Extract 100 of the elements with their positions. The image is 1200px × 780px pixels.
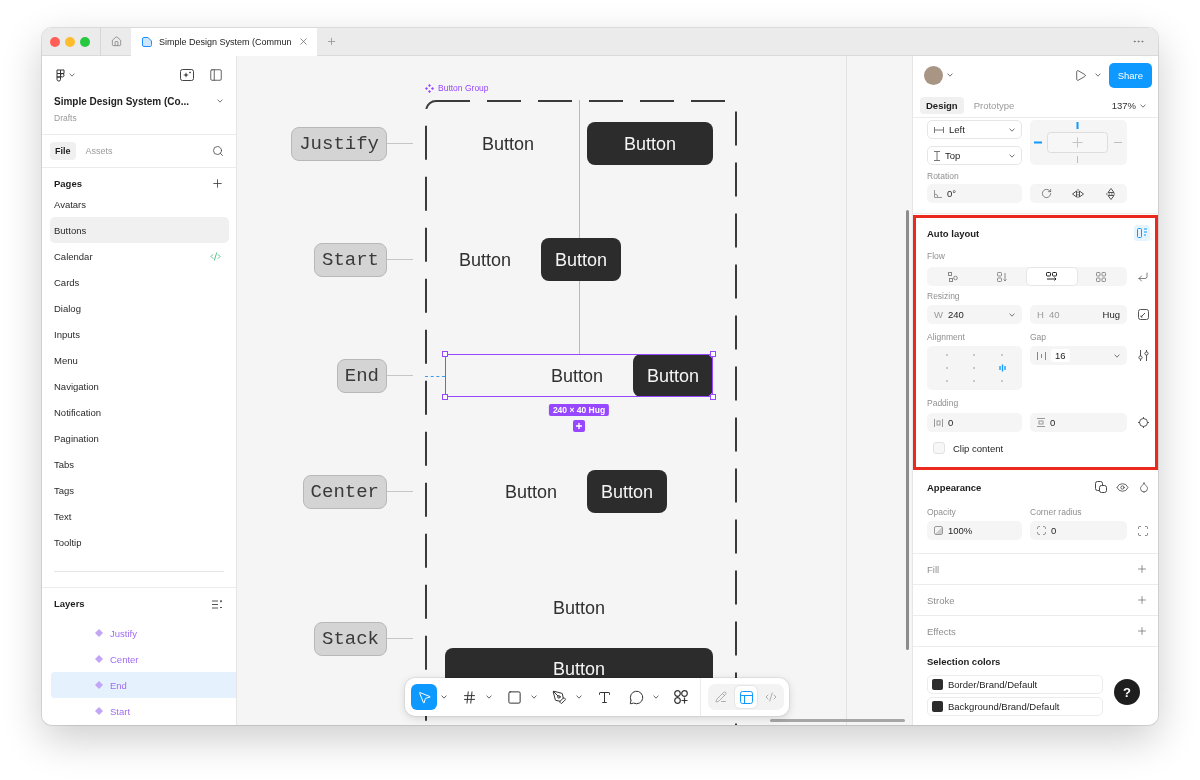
dropdown-field[interactable]: Top [927,146,1022,165]
caret-icon[interactable] [69,73,75,77]
layer-item[interactable]: Center [51,646,236,672]
resize-handle[interactable] [442,394,448,400]
page-item[interactable]: Dialog [50,295,229,321]
width-field[interactable]: W 240 [927,305,1022,324]
plus-icon[interactable] [211,177,224,190]
primary-button[interactable]: Button [587,122,713,165]
play-icon[interactable] [1073,68,1087,82]
corners-icon[interactable] [1137,524,1149,537]
search-icon[interactable] [212,145,224,157]
page-item[interactable]: Buttons [50,217,229,243]
page-item[interactable]: Tabs [50,451,229,477]
caret-icon[interactable] [576,695,582,699]
mode-button[interactable] [735,686,757,708]
list-icon[interactable] [212,599,223,609]
panel-tab[interactable]: Design [920,97,964,114]
alignment-dot-icon[interactable] [945,379,948,382]
caret-icon[interactable] [531,695,537,699]
button-label[interactable]: Button [536,354,617,397]
caret-icon[interactable] [1009,153,1015,158]
logo-icon[interactable] [56,68,65,82]
rotate-icon[interactable] [1040,188,1052,199]
alignment-bars-icon[interactable] [998,364,1006,372]
file-name[interactable]: Simple Design System (Co... [54,95,190,107]
checkbox[interactable] [933,442,945,454]
button-label[interactable]: Button [445,122,571,165]
caret-icon[interactable] [1094,73,1101,77]
zoom-dropdown[interactable]: 137% [1111,100,1146,111]
resize-handle[interactable] [442,351,448,357]
button-label[interactable]: Button [490,470,571,513]
sparkle-box-icon[interactable] [180,69,194,81]
opacity-field[interactable]: 100% [927,521,1022,540]
avatar[interactable] [924,65,943,85]
flip-horizontal-icon[interactable] [1072,188,1085,199]
alignment-dot-icon[interactable] [1001,379,1004,382]
eye-icon[interactable] [1116,480,1129,494]
alignment-dot-icon[interactable] [973,379,976,382]
resize-icon[interactable] [1137,309,1149,320]
sidebar-tab[interactable]: File [50,142,76,160]
color-style-item[interactable]: Border/Brand/Default [927,675,1103,694]
layer-item[interactable]: Justify [51,620,236,646]
alignment-dot-icon[interactable] [945,354,948,357]
page-item[interactable]: Avatars [50,191,229,217]
document-tab[interactable]: Simple Design System (Commun [131,28,317,56]
caret-icon[interactable] [947,73,953,77]
caret-icon[interactable] [1140,103,1146,108]
auto-layout-icon[interactable] [1134,225,1150,241]
primary-button[interactable]: Button [541,238,622,281]
close-icon[interactable] [297,36,309,47]
page-item[interactable]: Cards [50,269,229,295]
page-item[interactable]: Tooltip [50,529,229,555]
gap-field[interactable]: 16 [1030,346,1127,365]
dropdown-field[interactable]: Left [927,120,1022,139]
primary-button[interactable]: Button [445,648,713,679]
alignment-dot-icon[interactable] [1001,354,1004,357]
rotation-field[interactable]: 0° [927,184,1022,203]
layer-item[interactable]: Start [51,698,236,724]
page-item[interactable]: Menu [50,347,229,373]
help-button[interactable]: ? [1114,679,1140,705]
wrap-icon[interactable] [1137,270,1149,283]
alignment-dot-icon[interactable] [973,354,976,357]
page-item[interactable]: Navigation [50,373,229,399]
page-item[interactable]: Pagination [50,425,229,451]
scrollbar-thumb[interactable] [906,210,909,650]
page-item[interactable]: Notification [50,399,229,425]
corner-radius-field[interactable]: 0 [1030,521,1127,540]
sliders-icon[interactable] [1137,350,1149,361]
caret-icon[interactable] [653,695,659,699]
sidebar-icon[interactable] [209,68,223,82]
page-item[interactable]: Text [50,503,229,529]
plus-icon[interactable] [573,420,585,432]
drop-icon[interactable] [1138,481,1150,493]
page-item[interactable]: Calendar [50,243,229,269]
new-tab-icon[interactable] [325,36,337,47]
resize-handle[interactable] [710,394,716,400]
close-window-button[interactable] [50,36,60,47]
frame-title[interactable]: Button Group [425,81,489,95]
page-item[interactable]: Tags [50,477,229,503]
resize-handle[interactable] [710,351,716,357]
home-icon[interactable] [110,36,122,47]
padding-field[interactable]: 0 [1030,413,1127,432]
padding-field[interactable]: 0 [927,413,1022,432]
button-label[interactable]: Button [445,586,713,629]
flow-option[interactable] [1027,268,1077,285]
scrollbar-thumb[interactable] [770,719,905,722]
flip-vertical-icon[interactable] [1105,187,1116,200]
caret-icon[interactable] [441,695,447,699]
caret-icon[interactable] [486,695,492,699]
button-label[interactable]: Button [445,238,526,281]
padding-sides-icon[interactable] [1137,417,1149,428]
color-style-item[interactable]: Background/Brand/Default [927,697,1103,716]
primary-button[interactable]: Button [587,470,668,513]
caret-icon[interactable] [1009,312,1015,317]
caret-icon[interactable] [1009,127,1015,132]
variable-mode-icon[interactable] [1095,481,1107,493]
caret-icon[interactable] [217,99,223,103]
caret-icon[interactable] [1114,353,1120,358]
height-field[interactable]: H 40 Hug [1030,305,1127,324]
page-item[interactable]: Inputs [50,321,229,347]
